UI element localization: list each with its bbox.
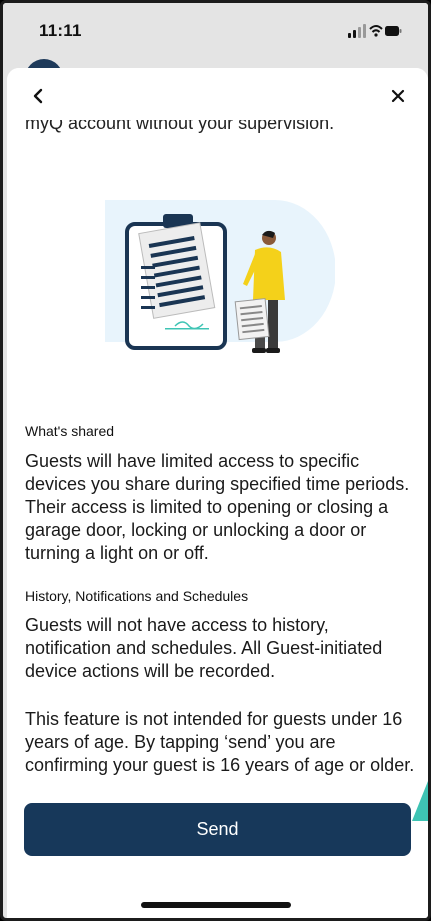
send-button[interactable]: Send xyxy=(24,803,411,856)
status-time: 11:11 xyxy=(39,21,82,40)
phone-screen: 11:11 myQ account without your supervisi… xyxy=(0,0,431,921)
section-body-history: Guests will not have access to history, … xyxy=(25,615,383,681)
battery-icon xyxy=(385,26,402,36)
status-icons xyxy=(348,23,402,39)
sheet-header xyxy=(7,68,428,120)
age-disclaimer: This feature is not intended for guests … xyxy=(25,709,415,775)
close-icon xyxy=(391,89,405,103)
section-body-whats-shared: Guests will have limited access to speci… xyxy=(25,451,410,563)
guest-info-sheet: myQ account without your supervision. Wh… xyxy=(7,68,428,918)
wifi-icon xyxy=(369,25,383,37)
close-button[interactable] xyxy=(386,84,410,108)
teal-pointer-icon xyxy=(412,781,428,821)
status-bar: 11:11 xyxy=(3,3,428,65)
cellular-signal-icon xyxy=(348,24,366,38)
section-title-history: History, Notifications and Schedules xyxy=(25,588,249,604)
clipboard-and-person-illustration xyxy=(105,200,336,365)
home-indicator[interactable] xyxy=(141,902,291,908)
back-button[interactable] xyxy=(27,84,51,108)
chevron-left-icon xyxy=(33,88,43,104)
section-title-whats-shared: What's shared xyxy=(25,423,115,439)
